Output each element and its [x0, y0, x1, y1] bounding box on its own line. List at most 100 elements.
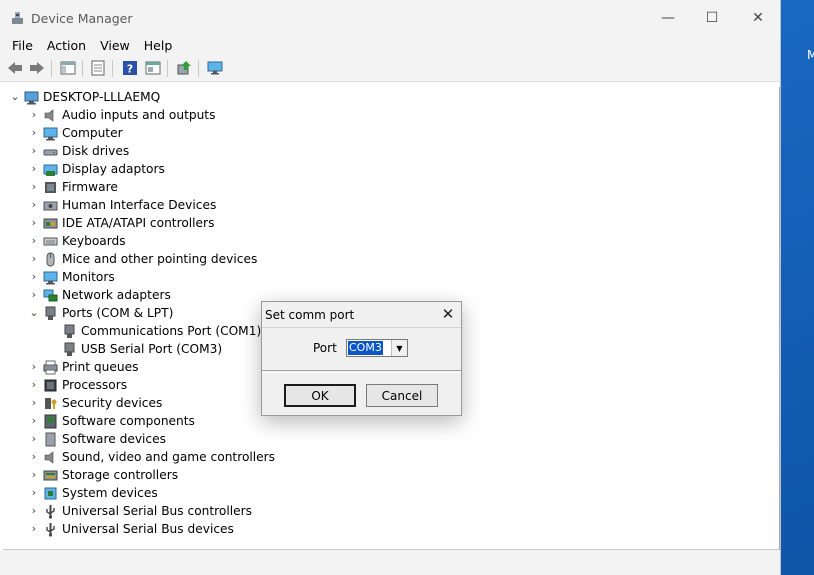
tree-category[interactable]: › Sound, video and game controllers — [28, 448, 275, 466]
system-device-icon — [44, 487, 57, 499]
back-arrow-icon[interactable] — [7, 60, 23, 76]
tree-category[interactable]: ⌄ Ports (COM & LPT) — [28, 304, 173, 322]
tree-category-label: Audio inputs and outputs — [62, 108, 216, 122]
chevron-right-icon[interactable]: › — [28, 162, 40, 175]
tree-category-label: Security devices — [62, 396, 163, 410]
toolbar: ? — [0, 55, 780, 82]
chevron-right-icon[interactable]: › — [28, 522, 40, 535]
tree-category-label: Software devices — [62, 432, 166, 446]
show-hide-console-tree-icon[interactable] — [60, 60, 76, 76]
mouse-icon — [46, 252, 55, 266]
chevron-down-icon[interactable]: ⌄ — [9, 90, 21, 103]
monitor-icon — [43, 127, 58, 140]
tree-category[interactable]: › Universal Serial Bus devices — [28, 520, 234, 538]
computer-root-icon — [24, 91, 39, 104]
tree-category[interactable]: › Disk drives — [28, 142, 129, 160]
menu-view[interactable]: View — [93, 36, 137, 55]
menu-action[interactable]: Action — [40, 36, 93, 55]
tree-category[interactable]: › Mice and other pointing devices — [28, 250, 257, 268]
tree-category[interactable]: › Monitors — [28, 268, 115, 286]
chevron-right-icon[interactable]: › — [28, 144, 40, 157]
toolbar-separator — [112, 60, 113, 77]
tree-category[interactable]: › Audio inputs and outputs — [28, 106, 216, 124]
chevron-right-icon[interactable]: › — [28, 270, 40, 283]
chevron-right-icon[interactable]: › — [28, 396, 40, 409]
tree-category-label: System devices — [62, 486, 158, 500]
tree-category-label: Firmware — [62, 180, 118, 194]
port-label: Port — [313, 341, 337, 355]
chevron-right-icon[interactable]: › — [28, 126, 40, 139]
menu-bar: File Action View Help — [0, 36, 780, 55]
scan-hardware-changes-icon[interactable] — [207, 60, 223, 76]
tree-root-node[interactable]: ⌄ DESKTOP-LLLAEMQ — [9, 88, 160, 106]
chevron-right-icon[interactable]: › — [28, 198, 40, 211]
chevron-right-icon[interactable]: › — [28, 378, 40, 391]
cancel-button[interactable]: Cancel — [366, 384, 438, 407]
chevron-right-icon[interactable]: › — [28, 288, 40, 301]
tree-category[interactable]: › Processors — [28, 376, 127, 394]
storage-controller-icon — [43, 470, 58, 480]
tree-device-label: USB Serial Port (COM3) — [81, 342, 223, 356]
forward-arrow-icon[interactable] — [29, 60, 45, 76]
chevron-right-icon[interactable]: › — [28, 432, 40, 445]
chevron-right-icon[interactable]: › — [28, 108, 40, 121]
tree-category[interactable]: › Computer — [28, 124, 123, 142]
maximize-button[interactable]: ☐ — [689, 0, 735, 36]
tree-category-label: Mice and other pointing devices — [62, 252, 258, 266]
port-select-value: COM3 — [347, 340, 384, 356]
chevron-right-icon[interactable]: › — [28, 360, 40, 373]
tree-category[interactable]: › Software components — [28, 412, 195, 430]
tree-category[interactable]: › Keyboards — [28, 232, 126, 250]
chevron-right-icon[interactable]: › — [28, 486, 40, 499]
tree-category[interactable]: › Display adaptors — [28, 160, 165, 178]
processor-icon — [44, 379, 57, 391]
tree-category[interactable]: › Human Interface Devices — [28, 196, 217, 214]
toolbar-separator — [51, 60, 52, 77]
toolbar-separator — [198, 60, 199, 77]
tree-category[interactable]: › System devices — [28, 484, 158, 502]
chevron-right-icon[interactable]: › — [28, 180, 40, 193]
ok-button[interactable]: OK — [284, 384, 356, 407]
tree-category-label: Software components — [62, 414, 195, 428]
usb-icon — [46, 504, 55, 519]
dialog-close-button[interactable]: ✕ — [438, 304, 458, 324]
chevron-right-icon[interactable]: › — [28, 414, 40, 427]
help-icon[interactable]: ? — [122, 60, 138, 76]
tree-category[interactable]: › Software devices — [28, 430, 166, 448]
chevron-right-icon[interactable]: › — [28, 234, 40, 247]
chevron-right-icon[interactable]: › — [28, 468, 40, 481]
toolbar-separator — [167, 60, 168, 77]
title-bar[interactable]: Device Manager — ☐ ✕ — [0, 0, 780, 36]
firmware-icon — [45, 181, 56, 193]
port-select[interactable]: COM3 ▼ — [346, 339, 408, 357]
window-title: Device Manager — [31, 11, 133, 26]
speaker-icon — [44, 108, 54, 122]
chevron-right-icon[interactable]: › — [28, 216, 40, 229]
chevron-right-icon[interactable]: › — [28, 504, 40, 517]
tree-category[interactable]: › Firmware — [28, 178, 118, 196]
menu-file[interactable]: File — [5, 36, 40, 55]
minimize-button[interactable]: — — [645, 0, 691, 36]
action-view-icon[interactable] — [145, 60, 161, 76]
tree-category[interactable]: › Print queues — [28, 358, 138, 376]
tree-category[interactable]: › IDE ATA/ATAPI controllers — [28, 214, 215, 232]
tree-category[interactable]: › Storage controllers — [28, 466, 178, 484]
display-adapter-icon — [43, 164, 58, 176]
tree-category-label: Disk drives — [62, 144, 130, 158]
network-adapter-icon — [43, 289, 58, 301]
chevron-right-icon[interactable]: › — [28, 450, 40, 463]
tree-category[interactable]: › Universal Serial Bus controllers — [28, 502, 252, 520]
tree-device[interactable]: USB Serial Port (COM3) — [47, 340, 222, 358]
update-driver-icon[interactable] — [176, 60, 192, 76]
menu-help[interactable]: Help — [137, 36, 180, 55]
tree-category[interactable]: › Security devices — [28, 394, 163, 412]
tree-device[interactable]: Communications Port (COM1) — [47, 322, 261, 340]
chevron-down-icon[interactable]: ⌄ — [28, 306, 40, 319]
close-button[interactable]: ✕ — [735, 0, 781, 36]
tree-category-label: Print queues — [62, 360, 139, 374]
tree-category[interactable]: › Network adapters — [28, 286, 171, 304]
chevron-right-icon[interactable]: › — [28, 252, 40, 265]
chevron-down-icon[interactable]: ▼ — [391, 340, 407, 356]
properties-icon[interactable] — [90, 60, 106, 76]
